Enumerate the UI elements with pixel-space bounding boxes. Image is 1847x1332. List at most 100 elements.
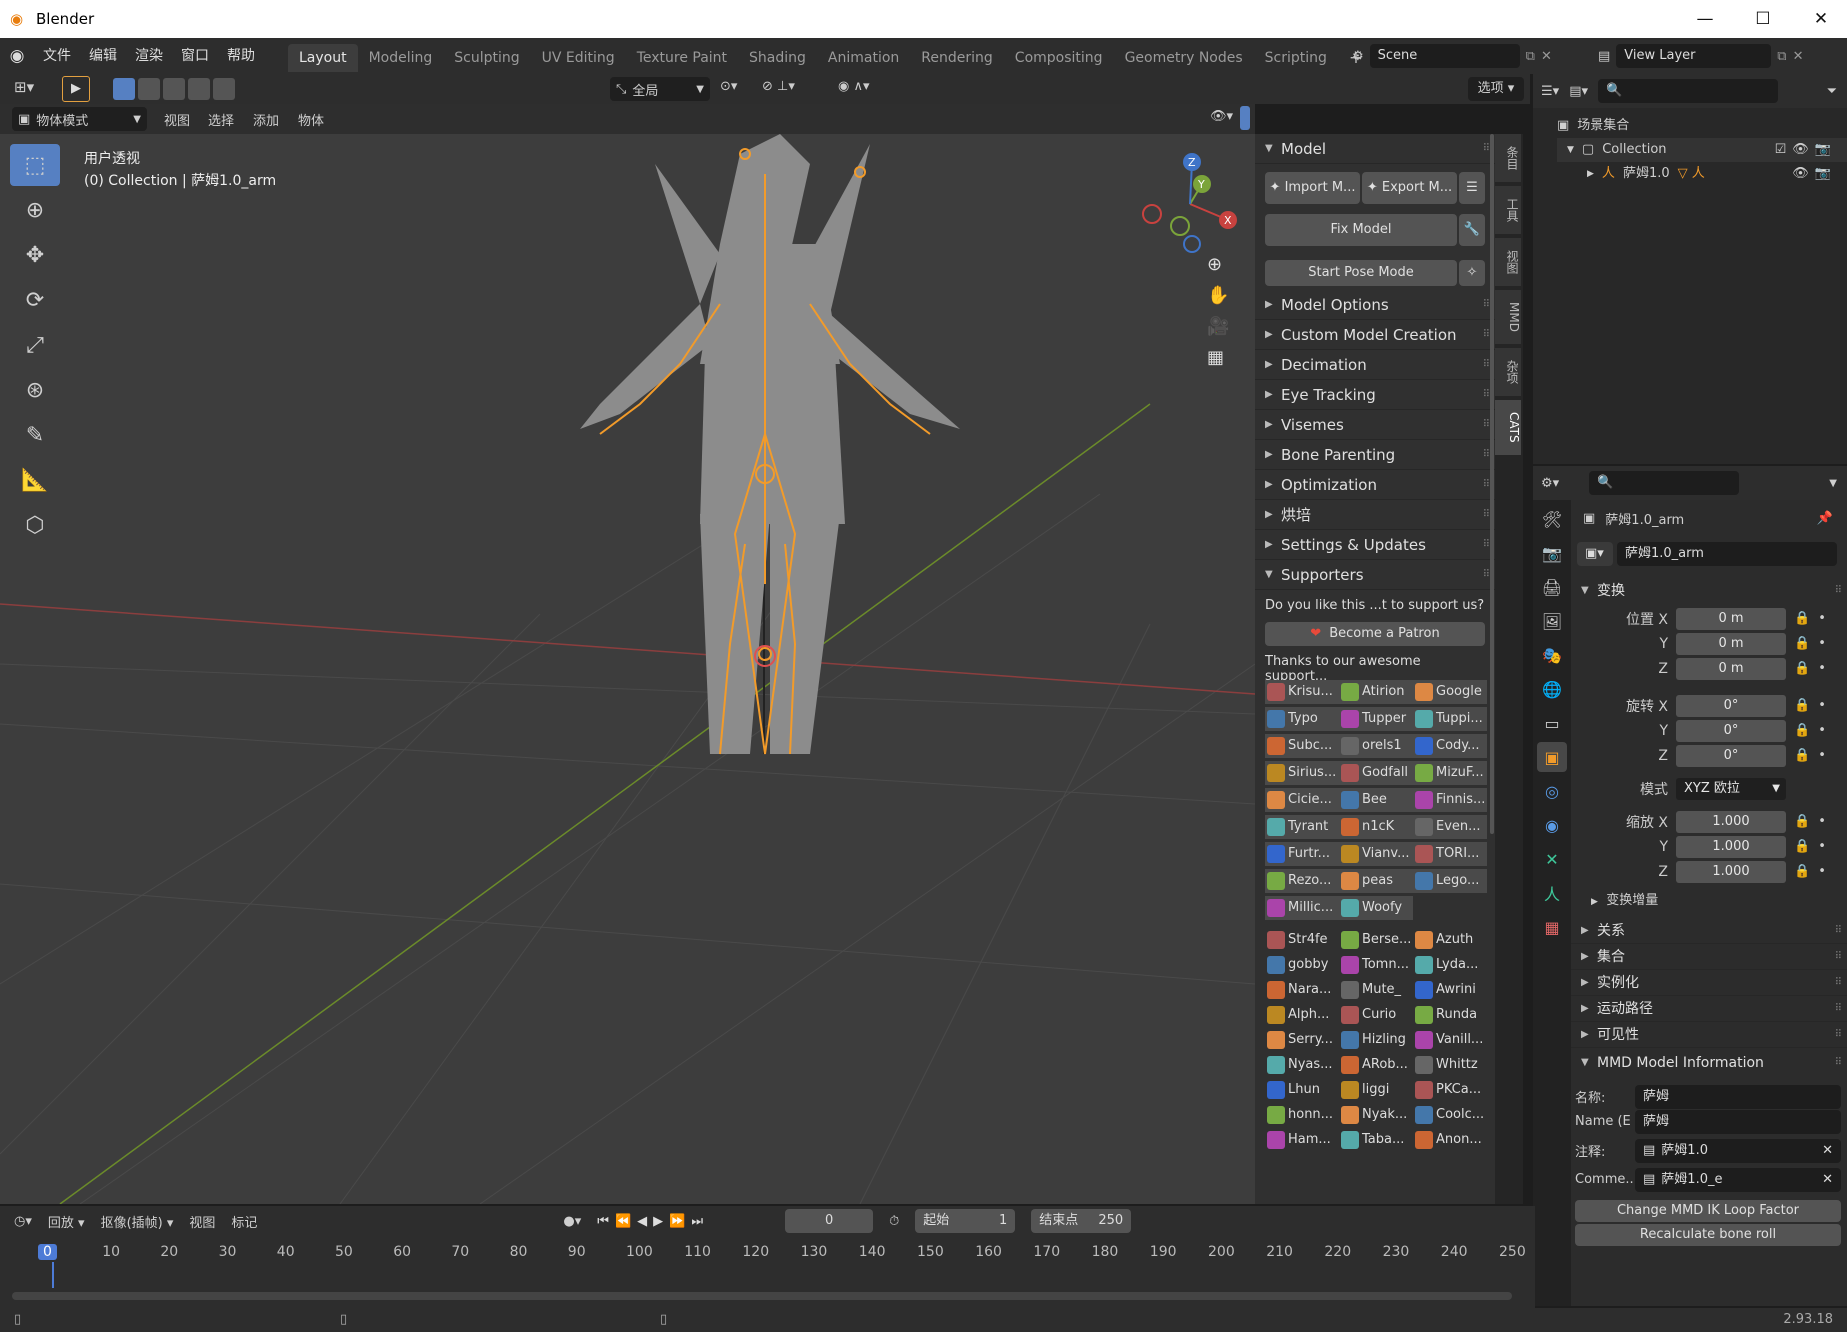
- drag-grip-icon[interactable]: ⠿: [1835, 576, 1842, 606]
- chevron-down-icon[interactable]: ▼: [1829, 478, 1837, 489]
- supporter-button[interactable]: Godfall: [1339, 761, 1413, 785]
- supporter-button[interactable]: Typo: [1265, 707, 1339, 731]
- mmd-comment-field[interactable]: ▤ 萨姆1.0 ✕: [1635, 1138, 1841, 1163]
- collection-tab-icon[interactable]: ▭: [1537, 708, 1567, 738]
- view-layer-tab-icon[interactable]: 🖼: [1537, 606, 1567, 636]
- lock-icon[interactable]: 🔒: [1794, 814, 1810, 829]
- drag-grip-icon[interactable]: ⠿: [1835, 1048, 1842, 1078]
- import-model-button[interactable]: ✦ Import M...: [1265, 172, 1360, 204]
- cats-section-header[interactable]: ▶ Bone Parenting ⠿: [1255, 440, 1495, 470]
- supporter-button[interactable]: Subc...: [1265, 734, 1339, 758]
- supporter-button[interactable]: Cicie...: [1265, 788, 1339, 812]
- supporter-button[interactable]: Lyda...: [1413, 953, 1487, 977]
- playhead[interactable]: [52, 1262, 54, 1288]
- tab-misc[interactable]: 杂项: [1495, 347, 1521, 396]
- maximize-icon[interactable]: ☐: [1734, 0, 1792, 38]
- supporter-button[interactable]: Lhun: [1265, 1078, 1339, 1102]
- visibility-icon[interactable]: 👁▾: [1210, 109, 1233, 124]
- datablock-type-icon[interactable]: ▣▾: [1577, 542, 1613, 566]
- transform-tool-icon[interactable]: ⊛: [10, 369, 60, 411]
- menu-render[interactable]: 渲染: [126, 38, 172, 74]
- supporters-section-header[interactable]: ▼ Supporters ⠿: [1255, 560, 1495, 590]
- scene-copy-icon[interactable]: ⧉: [1526, 49, 1535, 64]
- rotation-y-field[interactable]: 0°: [1676, 719, 1786, 742]
- filter-icon[interactable]: ⏷: [1827, 84, 1837, 99]
- supporter-button[interactable]: peas: [1339, 869, 1413, 893]
- location-x-field[interactable]: 0 m: [1676, 607, 1786, 630]
- cats-section-header[interactable]: ▶ Custom Model Creation ⠿: [1255, 320, 1495, 350]
- add-cube-tool-icon[interactable]: ⬡: [10, 504, 60, 546]
- tab-modeling[interactable]: Modeling: [358, 44, 444, 72]
- texture-tab-icon[interactable]: ▦: [1537, 912, 1567, 942]
- tab-uv-editing[interactable]: UV Editing: [531, 44, 626, 72]
- tab-rendering[interactable]: Rendering: [910, 44, 1004, 72]
- output-tab-icon[interactable]: 🖨: [1537, 572, 1567, 602]
- pan-hand-icon[interactable]: ✋: [1207, 285, 1229, 306]
- transform-orientation-dropdown[interactable]: ⤡ 全局 ▼: [610, 77, 710, 101]
- camera-icon[interactable]: 🎥: [1207, 316, 1229, 337]
- proportional-edit-icon[interactable]: ◉ ∧▾: [838, 79, 870, 94]
- outliner-row-collection[interactable]: ▼ ▢ Collection ☑👁📷: [1557, 138, 1847, 162]
- property-panel-header[interactable]: ▶ 集合 ⠿: [1571, 944, 1847, 970]
- drag-grip-icon[interactable]: ⠿: [1483, 134, 1490, 164]
- supporter-button[interactable]: Serry...: [1265, 1028, 1339, 1052]
- drag-grip-icon[interactable]: ⠿: [1483, 350, 1490, 380]
- blender-menu-icon[interactable]: ◉: [0, 46, 34, 66]
- zoom-icon[interactable]: ⊕: [1207, 254, 1229, 275]
- supporter-button[interactable]: Krisu...: [1265, 680, 1339, 704]
- supporter-button[interactable]: Sirius...: [1265, 761, 1339, 785]
- scene-close-icon[interactable]: ✕: [1541, 49, 1552, 64]
- world-tab-icon[interactable]: 🌐: [1537, 674, 1567, 704]
- start-pose-mode-button[interactable]: Start Pose Mode: [1265, 260, 1457, 286]
- view-layer-copy-icon[interactable]: ⧉: [1777, 49, 1786, 64]
- tab-item[interactable]: 条目: [1495, 134, 1521, 182]
- keyframe-dot-icon[interactable]: •: [1818, 839, 1826, 854]
- cursor-tool-icon[interactable]: ⊕: [10, 189, 60, 231]
- options-dropdown[interactable]: 选项 ▾: [1468, 77, 1524, 101]
- supporter-button[interactable]: Cody...: [1413, 734, 1487, 758]
- drag-grip-icon[interactable]: ⠿: [1483, 380, 1490, 410]
- lock-icon[interactable]: 🔒: [1794, 611, 1810, 626]
- drag-grip-icon[interactable]: ⠿: [1483, 530, 1490, 560]
- supporter-button[interactable]: Tomn...: [1339, 953, 1413, 977]
- supporter-button[interactable]: Berse...: [1339, 928, 1413, 952]
- grid-icon[interactable]: ▦: [1207, 347, 1229, 368]
- scene-name-field[interactable]: Scene: [1369, 44, 1520, 68]
- supporter-button[interactable]: Taba...: [1339, 1128, 1413, 1152]
- transform-panel-header[interactable]: ▼ 变换 ⠿: [1571, 576, 1847, 606]
- supporter-button[interactable]: Woofy: [1339, 896, 1413, 920]
- scale-z-field[interactable]: 1.000: [1676, 860, 1786, 883]
- tab-sculpting[interactable]: Sculpting: [443, 44, 530, 72]
- menu-hamburger-icon[interactable]: ☰: [1459, 172, 1485, 204]
- supporter-button[interactable]: Even...: [1413, 815, 1487, 839]
- fix-model-button[interactable]: Fix Model: [1265, 214, 1457, 246]
- rotation-mode-dropdown[interactable]: XYZ 欧拉 ▼: [1676, 777, 1786, 800]
- select-box-tool-icon[interactable]: ⬚: [10, 144, 60, 186]
- supporter-button[interactable]: Atirion: [1339, 680, 1413, 704]
- display-mode-icon[interactable]: ▤▾: [1569, 84, 1588, 99]
- armature-data-tab-icon[interactable]: 人: [1537, 878, 1567, 908]
- supporter-button[interactable]: Google: [1413, 680, 1487, 704]
- keyframe-dot-icon[interactable]: •: [1818, 723, 1826, 738]
- viewport-menu-add[interactable]: 添加: [253, 110, 279, 129]
- lock-icon[interactable]: 🔒: [1794, 723, 1810, 738]
- cats-section-header[interactable]: ▶ Settings & Updates ⠿: [1255, 530, 1495, 560]
- view-layer-field[interactable]: View Layer: [1616, 44, 1772, 68]
- timeline-scrollbar[interactable]: [12, 1292, 1512, 1300]
- location-y-field[interactable]: 0 m: [1676, 632, 1786, 655]
- become-patron-button[interactable]: ❤ Become a Patron: [1265, 622, 1485, 646]
- viewport-menu-object[interactable]: 物体: [298, 110, 324, 129]
- supporter-button[interactable]: Nyak...: [1339, 1103, 1413, 1127]
- keyframe-dot-icon[interactable]: •: [1818, 864, 1826, 879]
- supporter-button[interactable]: Bee: [1339, 788, 1413, 812]
- supporter-button[interactable]: Anon...: [1413, 1128, 1487, 1152]
- supporter-button[interactable]: TORI...: [1413, 842, 1487, 866]
- outliner-editor-icon[interactable]: ☰▾: [1541, 84, 1559, 99]
- select-extend-icon[interactable]: [138, 78, 160, 100]
- supporter-button[interactable]: Nara...: [1265, 978, 1339, 1002]
- drag-grip-icon[interactable]: ⠿: [1483, 410, 1490, 440]
- supporter-button[interactable]: Rezo...: [1265, 869, 1339, 893]
- view-layer-icon[interactable]: ▤: [1598, 49, 1610, 64]
- panel-scrollbar[interactable]: [1490, 134, 1494, 834]
- scene-tab-icon[interactable]: 🎭: [1537, 640, 1567, 670]
